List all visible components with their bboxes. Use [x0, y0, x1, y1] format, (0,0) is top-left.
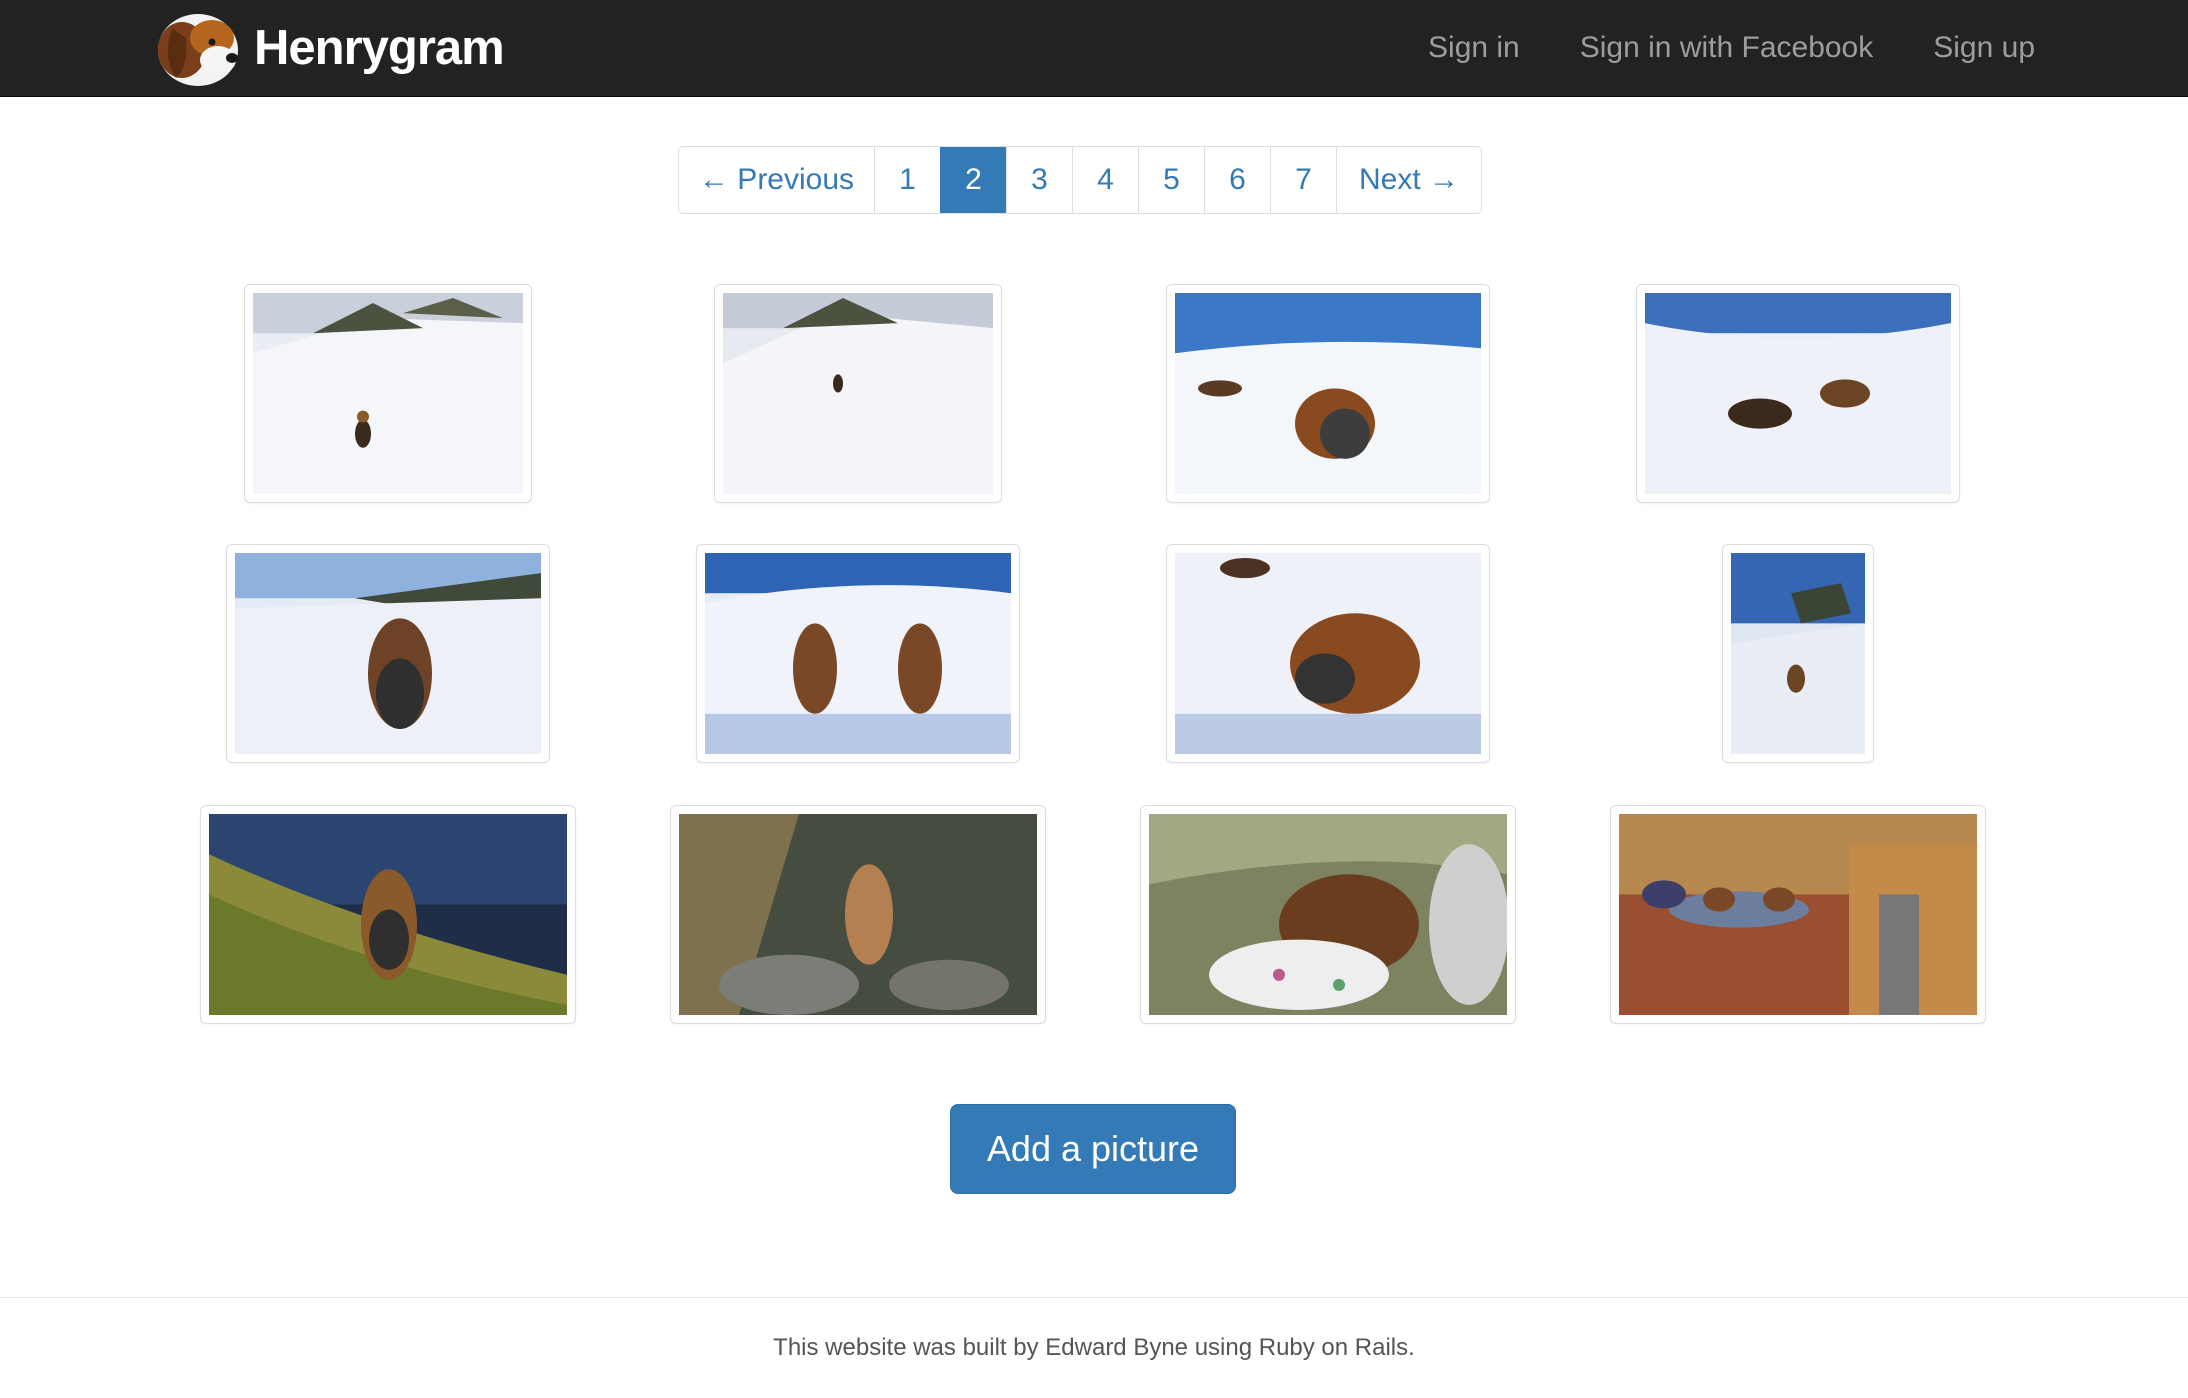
gallery-thumbnail[interactable] — [1722, 544, 1874, 763]
gallery-thumbnail[interactable] — [1636, 284, 1960, 503]
pagination-next[interactable]: Next → — [1336, 147, 1481, 213]
photo-beagle-in-snow-closeup — [1175, 553, 1481, 754]
footer-divider — [0, 1297, 2188, 1298]
gallery-thumbnail[interactable] — [1166, 284, 1490, 503]
sign-up-link[interactable]: Sign up — [1933, 31, 2035, 65]
navbar-links: Sign in Sign in with Facebook Sign up — [1368, 0, 2035, 96]
pagination-page-2-current[interactable]: 2 — [940, 147, 1006, 213]
photo-beagle-snow-path-far — [723, 293, 993, 494]
add-picture-button[interactable]: Add a picture — [950, 1104, 1236, 1194]
photo-two-beagles-snow — [705, 553, 1011, 754]
pagination-page-7[interactable]: 7 — [1270, 147, 1336, 213]
photo-beagle-in-stream — [679, 814, 1037, 1015]
photo-beagles-snow-blue-sky — [1175, 293, 1481, 494]
gallery-thumbnail[interactable] — [226, 544, 550, 763]
gallery-thumbnail[interactable] — [200, 805, 576, 1024]
gallery-thumbnail[interactable] — [1610, 805, 1986, 1024]
gallery-thumbnail[interactable] — [1166, 544, 1490, 763]
photo-beagles-indoors-kitchen — [1619, 814, 1977, 1015]
pagination-previous[interactable]: ← Previous — [679, 147, 874, 213]
navbar: Henrygram Sign in Sign in with Facebook … — [0, 0, 2188, 97]
sign-in-link[interactable]: Sign in — [1428, 31, 1520, 65]
photo-beagle-riverbank — [209, 814, 567, 1015]
sign-in-facebook-link[interactable]: Sign in with Facebook — [1580, 31, 1874, 65]
gallery-thumbnail[interactable] — [1140, 805, 1516, 1024]
brand-name: Henrygram — [254, 21, 505, 75]
photo-beagle-snow-trail-portrait — [1731, 553, 1865, 754]
footer-credit: This website was built by Edward Byne us… — [773, 1334, 1415, 1361]
pagination-page-3[interactable]: 3 — [1006, 147, 1072, 213]
gallery-thumbnail[interactable] — [670, 805, 1046, 1024]
beagle-logo-icon — [158, 14, 238, 86]
photo-beagle-snow-path — [253, 293, 523, 494]
pagination-page-5[interactable]: 5 — [1138, 147, 1204, 213]
pagination-page-1[interactable]: 1 — [874, 147, 940, 213]
photo-beagles-snow-hill — [1645, 293, 1951, 494]
pagination: ← Previous 1 2 3 4 5 6 7 Next → — [678, 146, 1482, 214]
gallery-thumbnail[interactable] — [714, 284, 1002, 503]
gallery-thumbnail[interactable] — [696, 544, 1020, 763]
photo-beagle-under-blanket — [1149, 814, 1507, 1015]
pagination-page-4[interactable]: 4 — [1072, 147, 1138, 213]
photo-beagle-sitting-snow-road — [235, 553, 541, 754]
gallery-thumbnail[interactable] — [244, 284, 532, 503]
brand-link[interactable]: Henrygram — [152, 8, 505, 88]
pagination-page-6[interactable]: 6 — [1204, 147, 1270, 213]
